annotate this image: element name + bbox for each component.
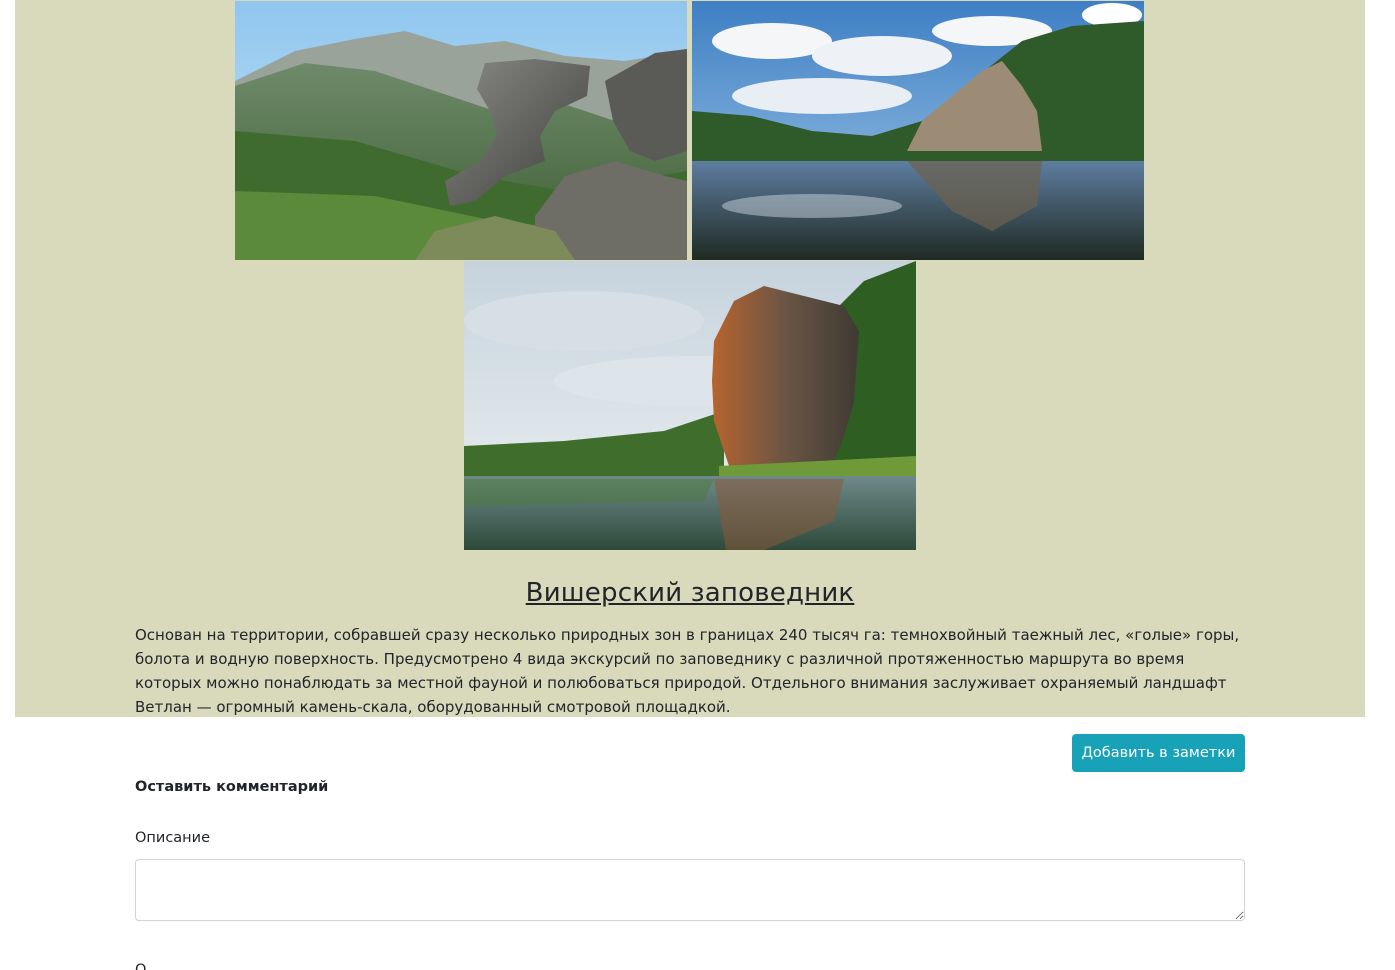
page: Вишерский заповедник Основан на территор…: [0, 0, 1395, 970]
description-field[interactable]: [135, 859, 1245, 921]
reserve-description: Основан на территории, собравшей сразу н…: [135, 626, 1240, 716]
photo-vetlan-rock: [464, 261, 916, 550]
comment-form-heading: Оставить комментарий: [135, 779, 329, 795]
reserve-title[interactable]: Вишерский заповедник: [135, 578, 1245, 608]
next-field-label: О: [135, 962, 147, 970]
description-label: Описание: [135, 830, 210, 846]
photo-river-cliff: [692, 1, 1144, 260]
add-to-notes-button[interactable]: Добавить в заметки: [1072, 734, 1245, 772]
photo-mountain-rocks: [235, 1, 687, 260]
